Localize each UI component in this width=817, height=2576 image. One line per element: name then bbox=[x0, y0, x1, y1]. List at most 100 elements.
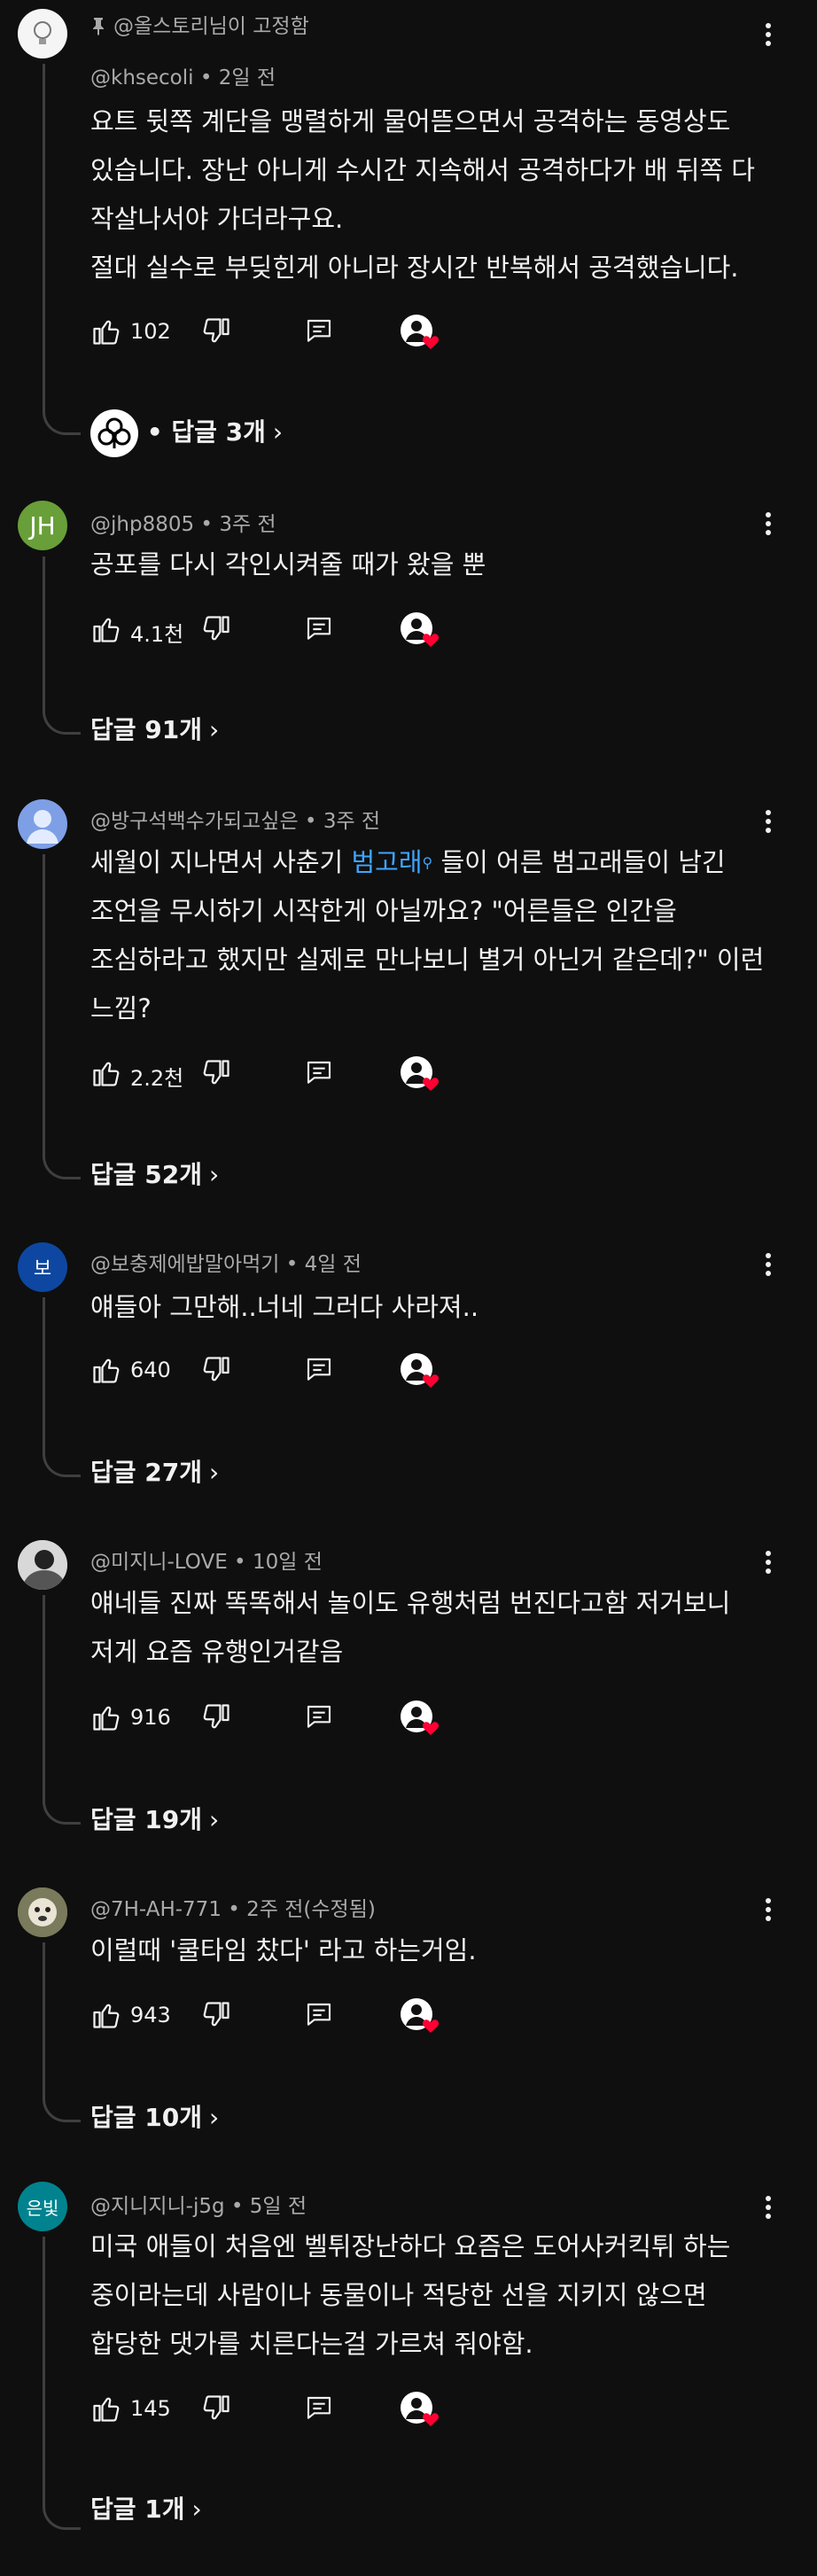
comment-time: 5일 전 bbox=[249, 2195, 307, 2218]
comment-actions: 916 bbox=[90, 1700, 463, 1737]
comment-actions: 943 bbox=[90, 1998, 463, 2035]
reply-icon[interactable] bbox=[305, 2394, 333, 2423]
dislike-icon[interactable] bbox=[200, 613, 232, 645]
like-icon[interactable] bbox=[90, 1701, 122, 1733]
comment-author[interactable]: @지니지니-j5g bbox=[90, 2195, 225, 2218]
comment-line: 중이라는데 사람이나 동물이나 적당한 선을 지키지 않으면 bbox=[90, 2280, 707, 2310]
hashtag-link[interactable]: 범고래 bbox=[351, 847, 422, 877]
bulb-avatar-icon bbox=[34, 21, 51, 44]
like-count: 2.2천 bbox=[130, 1066, 184, 1091]
thread-line bbox=[43, 854, 45, 1152]
comment-line: 얘들아 그만해..너네 그러다 사라져.. bbox=[90, 1292, 479, 1322]
more-options-button[interactable] bbox=[755, 806, 782, 842]
avatar[interactable] bbox=[18, 1540, 67, 1590]
like-icon[interactable] bbox=[90, 613, 122, 645]
like-icon[interactable] bbox=[90, 315, 122, 347]
dislike-icon[interactable] bbox=[200, 1354, 232, 1386]
more-options-button[interactable] bbox=[755, 509, 782, 544]
replies-button[interactable]: 답글 1개 › bbox=[90, 2490, 202, 2525]
chevron-right-icon: › bbox=[209, 1160, 220, 1189]
like-count: 145 bbox=[130, 2396, 171, 2421]
chevron-right-icon: › bbox=[209, 715, 220, 744]
replies-button[interactable]: • 답글 3개 › bbox=[90, 409, 283, 457]
more-options-button[interactable] bbox=[755, 1547, 782, 1583]
comment-line-part: 세월이 지나면서 사춘기 bbox=[90, 847, 352, 877]
reply-icon[interactable] bbox=[305, 1703, 333, 1732]
avatar[interactable] bbox=[18, 799, 67, 849]
replies-label: 답글 91개 bbox=[90, 715, 202, 744]
comment-line: 얘네들 진짜 똑똑해서 놀이도 유행처럼 번진다고함 저거보니 bbox=[90, 1588, 731, 1618]
more-options-button[interactable] bbox=[755, 1895, 782, 1930]
avatar-initials: JH bbox=[29, 510, 56, 541]
avatar[interactable]: JH bbox=[18, 501, 67, 550]
avatar[interactable] bbox=[18, 1887, 67, 1937]
comment-author[interactable]: @보충제에밥말아먹기 bbox=[90, 1253, 279, 1276]
replies-button[interactable]: 답글 10개 › bbox=[90, 2098, 219, 2134]
replies-button[interactable]: 답글 19개 › bbox=[90, 1801, 219, 1836]
comment-meta: @지니지니-j5g • 5일 전 bbox=[90, 2195, 307, 2218]
more-options-button[interactable] bbox=[755, 1249, 782, 1285]
reply-icon[interactable] bbox=[305, 317, 333, 346]
comment-text: 미국 애들이 처음엔 벨튀장난하다 요즘은 도어사커킥튀 하는 중이라는데 사람… bbox=[90, 2222, 773, 2369]
creator-heart-icon bbox=[401, 1056, 439, 1091]
comment-text: 이럴때 '쿨타임 찼다' 라고 하는거임. bbox=[90, 1926, 773, 1975]
like-count: 640 bbox=[130, 1358, 171, 1382]
avatar[interactable] bbox=[18, 9, 67, 58]
comment-text: 얘네들 진짜 똑똑해서 놀이도 유행처럼 번진다고함 저거보니 저게 요즘 유행… bbox=[90, 1579, 773, 1677]
comment-author[interactable]: @jhp8805 bbox=[90, 513, 194, 536]
reply-avatar bbox=[90, 409, 138, 457]
creator-heart-icon bbox=[401, 315, 439, 349]
comment-author[interactable]: @khsecoli bbox=[90, 66, 194, 89]
comment-line: 느낌? bbox=[90, 993, 152, 1023]
comment-line: 있습니다. 장난 아니게 수시간 지속해서 공격하다가 배 뒤쪽 다 bbox=[90, 155, 755, 185]
reply-icon[interactable] bbox=[305, 1059, 333, 1087]
dislike-icon[interactable] bbox=[200, 315, 232, 347]
like-icon[interactable] bbox=[90, 1057, 122, 1089]
search-icon: ⚲ bbox=[422, 854, 433, 871]
comment-text: 요트 뒷쪽 계단을 맹렬하게 물어뜯으면서 공격하는 동영상도 있습니다. 장난… bbox=[90, 97, 773, 292]
replies-button[interactable]: 답글 27개 › bbox=[90, 1453, 219, 1489]
creator-heart-icon bbox=[401, 2392, 439, 2426]
thread-curve bbox=[43, 1795, 81, 1825]
chevron-right-icon: › bbox=[209, 1805, 220, 1834]
dislike-icon[interactable] bbox=[200, 1701, 232, 1733]
replies-button[interactable]: 답글 91개 › bbox=[90, 711, 219, 746]
dislike-icon[interactable] bbox=[200, 1999, 232, 2031]
comment-meta: @jhp8805 • 3주 전 bbox=[90, 513, 276, 536]
more-options-button[interactable] bbox=[755, 19, 782, 55]
avatar-initials: 은빛 bbox=[26, 2197, 59, 2219]
more-options-button[interactable] bbox=[755, 2192, 782, 2228]
creator-heart-icon bbox=[401, 1700, 439, 1735]
avatar[interactable]: 보 bbox=[18, 1242, 67, 1292]
pinned-text: @올스토리님이 고정함 bbox=[113, 15, 309, 38]
comment-author[interactable]: @방구석백수가되고싶은 bbox=[90, 810, 299, 833]
like-icon[interactable] bbox=[90, 1999, 122, 2031]
comment-line: 공포를 다시 각인시켜줄 때가 왔을 뿐 bbox=[90, 549, 486, 580]
replies-label: 답글 10개 bbox=[90, 2103, 202, 2132]
comment-author[interactable]: @7H-AH-771 bbox=[90, 1898, 222, 1921]
avatar[interactable]: 은빛 bbox=[18, 2182, 67, 2231]
reply-icon[interactable] bbox=[305, 615, 333, 643]
dislike-icon[interactable] bbox=[200, 2393, 232, 2424]
dislike-icon[interactable] bbox=[200, 1057, 232, 1089]
comment-line: 절대 실수로 부딪힌게 아니라 장시간 반복해서 공격했습니다. bbox=[90, 253, 739, 283]
thread-curve bbox=[43, 2093, 81, 2122]
comment-actions: 145 bbox=[90, 2392, 463, 2428]
like-icon[interactable] bbox=[90, 2393, 122, 2424]
comment-time: 4일 전 bbox=[304, 1253, 362, 1276]
creator-heart-icon bbox=[401, 612, 439, 647]
comment-author[interactable]: @미지니-LOVE bbox=[90, 1551, 228, 1574]
reply-icon[interactable] bbox=[305, 1356, 333, 1384]
replies-button[interactable]: 답글 52개 › bbox=[90, 1156, 219, 1191]
like-icon[interactable] bbox=[90, 1354, 122, 1386]
thread-curve bbox=[43, 406, 81, 435]
comment-time: 3주 전 bbox=[323, 810, 381, 833]
comment-time: 3주 전 bbox=[219, 513, 276, 536]
comment-line: 작살나서야 가더라구요. bbox=[90, 204, 344, 234]
like-count: 916 bbox=[130, 1705, 171, 1730]
replies-label: 답글 1개 bbox=[90, 2494, 185, 2524]
chevron-right-icon: › bbox=[272, 417, 284, 447]
like-count: 102 bbox=[130, 319, 171, 344]
replies-label: 답글 27개 bbox=[90, 1458, 202, 1487]
reply-icon[interactable] bbox=[305, 2001, 333, 2029]
